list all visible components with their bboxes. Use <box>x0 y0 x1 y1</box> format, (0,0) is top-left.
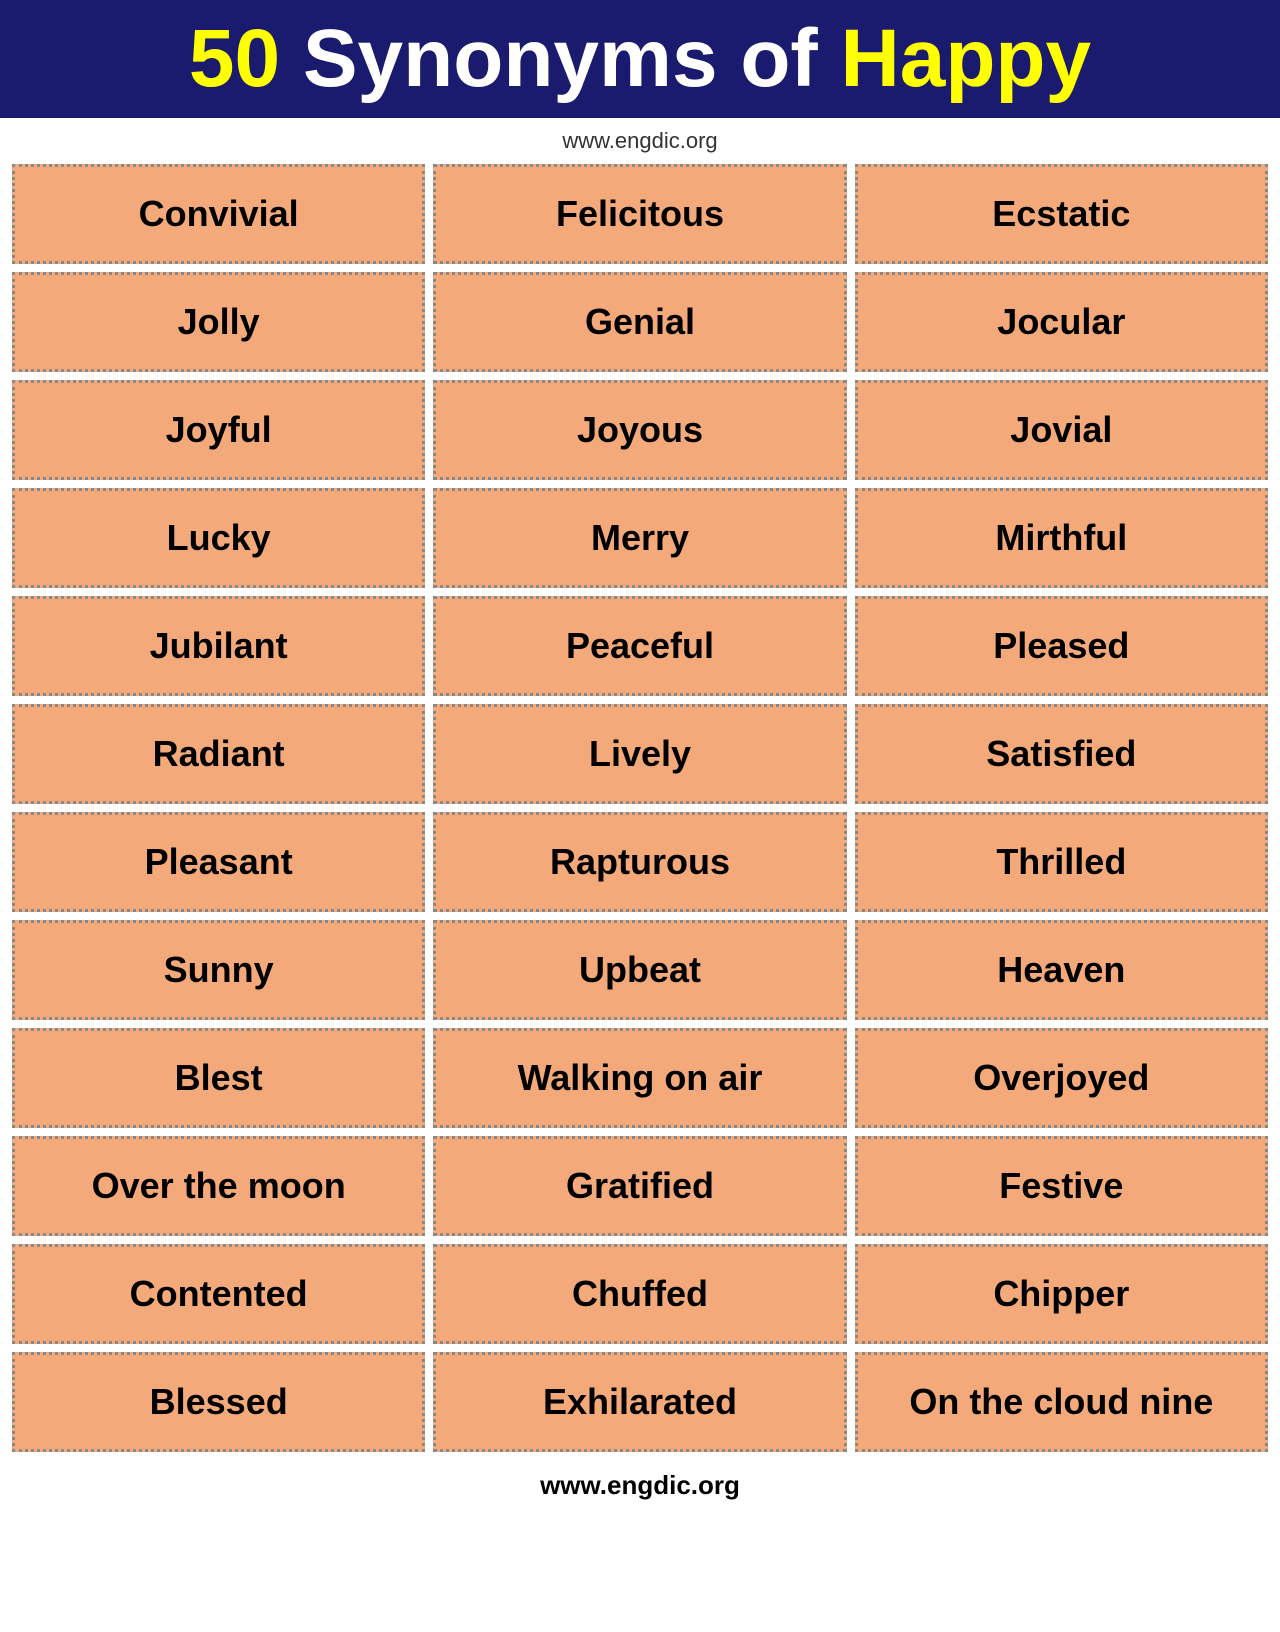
word-cell: Joyful <box>12 380 425 480</box>
header-happy: Happy <box>841 13 1092 104</box>
word-text: Jolly <box>178 301 260 343</box>
word-text: Jubilant <box>150 625 288 667</box>
word-cell: Exhilarated <box>433 1352 846 1452</box>
word-cell: Thrilled <box>855 812 1268 912</box>
word-cell: Upbeat <box>433 920 846 1020</box>
word-text: Heaven <box>997 949 1125 991</box>
page-header: 50 Synonyms of Happy <box>0 0 1280 118</box>
word-text: Sunny <box>164 949 274 991</box>
word-text: Pleasant <box>145 841 293 883</box>
words-grid: Convivial Felicitous Ecstatic Jolly Genial Jo… <box>0 160 1280 1456</box>
word-cell: Pleased <box>855 596 1268 696</box>
word-text: Joyous <box>577 409 703 451</box>
word-cell: Jovial <box>855 380 1268 480</box>
word-cell: Jubilant <box>12 596 425 696</box>
word-text: Contented <box>130 1273 308 1315</box>
word-cell: Rapturous <box>433 812 846 912</box>
word-text: Chuffed <box>572 1273 708 1315</box>
word-text: Upbeat <box>579 949 701 991</box>
word-text: Thrilled <box>996 841 1126 883</box>
word-text: Over the moon <box>92 1165 346 1207</box>
word-cell: Heaven <box>855 920 1268 1020</box>
word-cell: Genial <box>433 272 846 372</box>
word-cell: Walking on air <box>433 1028 846 1128</box>
word-cell: Radiant <box>12 704 425 804</box>
word-text: Lively <box>589 733 691 775</box>
word-text: Gratified <box>566 1165 714 1207</box>
word-text: Pleased <box>993 625 1129 667</box>
word-text: Convivial <box>139 193 299 235</box>
word-cell: Pleasant <box>12 812 425 912</box>
word-cell: Sunny <box>12 920 425 1020</box>
word-text: Blest <box>175 1057 263 1099</box>
word-text: Satisfied <box>986 733 1136 775</box>
word-text: Lucky <box>167 517 271 559</box>
word-text: Blessed <box>150 1381 288 1423</box>
word-cell: Blest <box>12 1028 425 1128</box>
word-cell: Chuffed <box>433 1244 846 1344</box>
word-cell: Overjoyed <box>855 1028 1268 1128</box>
word-text: Jovial <box>1010 409 1112 451</box>
word-cell: Joyous <box>433 380 846 480</box>
word-cell: Chipper <box>855 1244 1268 1344</box>
word-text: Ecstatic <box>992 193 1130 235</box>
word-cell: Lucky <box>12 488 425 588</box>
word-cell: Satisfied <box>855 704 1268 804</box>
word-cell: Mirthful <box>855 488 1268 588</box>
word-cell: Peaceful <box>433 596 846 696</box>
word-text: Overjoyed <box>973 1057 1149 1099</box>
word-cell: On the cloud nine <box>855 1352 1268 1452</box>
word-cell: Festive <box>855 1136 1268 1236</box>
header-number: 50 <box>189 13 280 104</box>
word-cell: Contented <box>12 1244 425 1344</box>
word-text: Peaceful <box>566 625 714 667</box>
word-cell: Lively <box>433 704 846 804</box>
word-text: Genial <box>585 301 695 343</box>
word-text: Joyful <box>166 409 272 451</box>
word-cell: Ecstatic <box>855 164 1268 264</box>
word-cell: Convivial <box>12 164 425 264</box>
website-url-top: www.engdic.org <box>0 118 1280 160</box>
word-text: Walking on air <box>518 1057 763 1099</box>
word-text: Felicitous <box>556 193 724 235</box>
word-text: On the cloud nine <box>909 1381 1213 1423</box>
word-text: Jocular <box>997 301 1125 343</box>
header-synonyms: Synonyms of <box>280 13 840 104</box>
word-cell: Over the moon <box>12 1136 425 1236</box>
word-text: Festive <box>999 1165 1123 1207</box>
word-cell: Merry <box>433 488 846 588</box>
word-text: Exhilarated <box>543 1381 737 1423</box>
word-cell: Felicitous <box>433 164 846 264</box>
word-text: Rapturous <box>550 841 730 883</box>
word-text: Mirthful <box>995 517 1127 559</box>
word-cell: Jolly <box>12 272 425 372</box>
website-url-bottom: www.engdic.org <box>0 1456 1280 1517</box>
word-cell: Gratified <box>433 1136 846 1236</box>
word-text: Chipper <box>993 1273 1129 1315</box>
word-text: Merry <box>591 517 689 559</box>
word-cell: Blessed <box>12 1352 425 1452</box>
word-cell: Jocular <box>855 272 1268 372</box>
word-text: Radiant <box>153 733 285 775</box>
